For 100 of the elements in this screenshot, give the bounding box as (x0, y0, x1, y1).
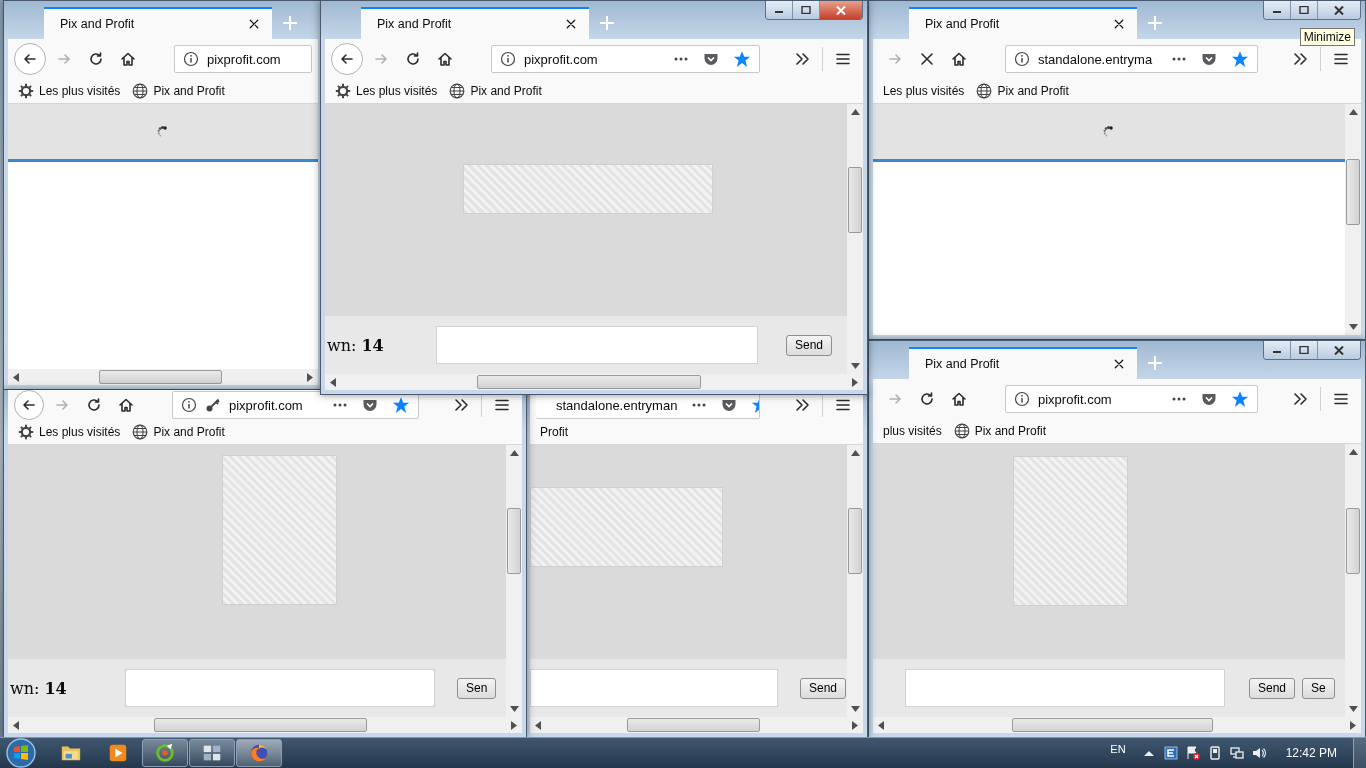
flag-alert-icon[interactable] (1184, 745, 1201, 761)
answer-field[interactable] (436, 326, 758, 364)
back-button[interactable] (331, 43, 363, 75)
language-indicator[interactable]: EN (1110, 743, 1126, 755)
home-icon[interactable] (437, 51, 453, 67)
info-icon[interactable] (500, 51, 516, 67)
clock-text[interactable]: 12:42 PM (1285, 746, 1337, 760)
scrollbar-thumb[interactable] (98, 370, 222, 384)
bookmark-item[interactable]: Les plus visités (18, 83, 121, 99)
address-field[interactable]: pixprofit.com (1005, 385, 1258, 413)
star-icon[interactable] (733, 50, 751, 68)
info-icon[interactable] (181, 397, 197, 413)
bookmark-item[interactable]: Pix and Profit (132, 83, 225, 99)
double-chevron-icon[interactable] (794, 397, 811, 413)
down-arrow-icon[interactable] (850, 363, 860, 369)
bookmark-item[interactable]: Les plus visités (883, 84, 965, 98)
close-button[interactable] (819, 1, 862, 19)
reload-icon[interactable] (919, 391, 935, 407)
down-arrow-icon[interactable] (509, 706, 519, 712)
bookmark-item[interactable]: Pix and Profit (953, 423, 1047, 439)
key-icon[interactable] (205, 397, 221, 413)
shield-icon[interactable] (1201, 391, 1217, 407)
reload-icon[interactable] (88, 51, 104, 67)
horizontal-scrollbar[interactable] (873, 717, 1361, 733)
bookmark-item[interactable]: Pix and Profit (449, 83, 542, 99)
scrollbar-thumb[interactable] (848, 167, 862, 233)
bookmark-item[interactable]: Pix and Profit (976, 83, 1069, 99)
right-arrow-icon[interactable] (511, 720, 517, 730)
minimize-button[interactable] (766, 1, 792, 19)
scrollbar-thumb[interactable] (848, 508, 862, 575)
left-arrow-icon[interactable] (330, 377, 336, 387)
double-chevron-icon[interactable] (1292, 51, 1308, 67)
close-button[interactable] (1317, 341, 1360, 359)
double-chevron-icon[interactable] (453, 397, 469, 413)
double-chevron-icon[interactable] (1292, 391, 1308, 407)
down-arrow-icon[interactable] (1348, 324, 1358, 330)
vertical-scrollbar[interactable] (1345, 444, 1361, 717)
info-icon[interactable] (1014, 51, 1030, 67)
send-button[interactable]: Send (800, 677, 847, 699)
minimize-button[interactable] (1264, 1, 1290, 19)
shield-icon[interactable] (1201, 51, 1217, 67)
shield-icon[interactable] (721, 397, 738, 413)
close-button[interactable] (1317, 1, 1360, 19)
browser-tab[interactable]: Pix and Profit (361, 7, 589, 39)
left-arrow-icon[interactable] (13, 720, 19, 730)
bookmark-item[interactable]: plus visités (883, 424, 942, 438)
vertical-scrollbar[interactable] (1345, 104, 1361, 335)
scrollbar-thumb[interactable] (626, 718, 761, 732)
close-icon[interactable] (248, 18, 260, 30)
up-arrow-icon[interactable] (850, 450, 860, 456)
home-icon[interactable] (118, 397, 134, 413)
menu-icon[interactable] (494, 397, 510, 413)
right-arrow-icon[interactable] (852, 720, 858, 730)
speaker-icon[interactable] (1250, 745, 1267, 761)
maximize-button[interactable] (792, 1, 819, 19)
bookmark-item[interactable]: Les plus visités (335, 83, 438, 99)
show-desktop-button[interactable] (1353, 738, 1366, 768)
horizontal-scrollbar[interactable] (8, 369, 318, 385)
answer-field[interactable] (530, 669, 778, 707)
scrollbar-thumb[interactable] (507, 508, 521, 575)
answer-field[interactable] (905, 669, 1225, 707)
up-arrow-icon[interactable] (1348, 109, 1358, 115)
bookmark-item[interactable]: Profit (540, 425, 568, 439)
horizontal-scrollbar[interactable] (8, 717, 522, 733)
horizontal-scrollbar[interactable] (325, 374, 863, 390)
home-icon[interactable] (951, 391, 967, 407)
up-arrow-icon[interactable] (1348, 449, 1358, 455)
maximize-button[interactable] (1290, 1, 1317, 19)
up-arrow-icon[interactable] (850, 109, 860, 115)
close-icon[interactable] (1113, 18, 1125, 30)
vertical-scrollbar[interactable] (847, 104, 863, 374)
scrollbar-thumb[interactable] (1011, 718, 1214, 732)
down-arrow-icon[interactable] (1348, 706, 1358, 712)
scrollbar-thumb[interactable] (153, 718, 367, 732)
send-button[interactable]: Send (1249, 677, 1296, 699)
minimize-button[interactable] (1264, 341, 1290, 359)
info-icon[interactable] (1014, 391, 1030, 407)
send-button[interactable]: Sen (457, 677, 497, 699)
back-button[interactable] (14, 390, 44, 420)
menu-icon[interactable] (1333, 391, 1349, 407)
info-icon[interactable] (183, 51, 199, 67)
menu-icon[interactable] (1333, 51, 1349, 67)
close-icon[interactable] (1113, 358, 1125, 370)
vertical-scrollbar[interactable] (847, 445, 863, 717)
horizontal-scrollbar[interactable] (530, 717, 863, 733)
scrollbar-thumb[interactable] (477, 375, 701, 389)
vertical-scrollbar[interactable] (506, 445, 522, 717)
star-icon[interactable] (1231, 390, 1249, 408)
back-button[interactable] (14, 43, 46, 75)
menu-icon[interactable] (835, 51, 851, 67)
send-button[interactable]: Send (786, 334, 833, 356)
down-arrow-icon[interactable] (850, 706, 860, 712)
reload-icon[interactable] (86, 397, 102, 413)
scrollbar-thumb[interactable] (1346, 507, 1360, 574)
send-button[interactable]: Se (1302, 677, 1335, 699)
close-icon[interactable] (565, 18, 577, 30)
right-arrow-icon[interactable] (307, 372, 313, 382)
letter-e-icon[interactable] (1162, 745, 1179, 761)
right-arrow-icon[interactable] (852, 377, 858, 387)
shield-icon[interactable] (703, 51, 719, 67)
